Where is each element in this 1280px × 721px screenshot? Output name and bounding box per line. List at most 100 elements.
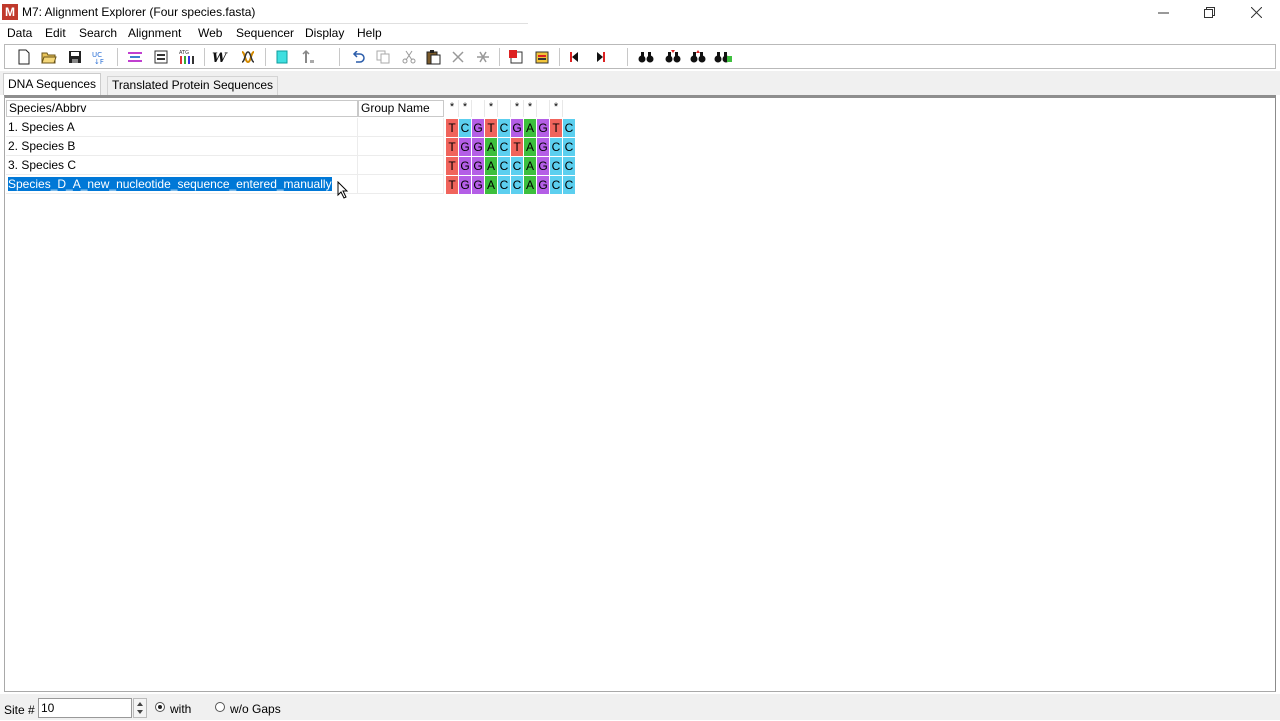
nucleotide-cell[interactable]: C [511,157,524,175]
nucleotide-cell[interactable]: G [459,157,472,175]
group-name-cell[interactable] [358,175,444,194]
nucleotide-cell[interactable]: A [524,157,537,175]
nucleotide-cell[interactable]: G [537,119,550,137]
nucleotide-cell[interactable]: C [550,176,563,194]
species-name-text: Species_D_A_new_nucleotide_sequence_ente… [8,177,332,191]
menu-search[interactable]: Search [79,26,117,40]
restore-icon [1203,6,1215,18]
menu-web[interactable]: Web [198,26,222,40]
minimize-icon [1157,12,1169,13]
find-button[interactable] [637,48,655,66]
web-button[interactable]: W [212,48,230,66]
header-species-abbrv[interactable]: Species/Abbrv [6,100,358,117]
nucleotide-cell[interactable]: G [472,119,485,137]
next-button[interactable] [591,48,609,66]
nucleotide-cell[interactable]: G [537,138,550,156]
nucleotide-cell[interactable]: C [563,138,576,156]
nucleotide-cell[interactable]: C [498,138,511,156]
nucleotide-cell[interactable]: A [524,119,537,137]
without-gaps-radio[interactable] [215,702,225,712]
nucleotide-cell[interactable]: G [459,176,472,194]
site-number-spinner[interactable] [133,698,147,718]
sequence-data-button[interactable]: ATG [178,48,196,66]
tab-dna-sequences[interactable]: DNA Sequences [3,73,102,95]
find-previous-button[interactable] [689,48,707,66]
previous-button[interactable] [566,48,584,66]
nucleotide-cell[interactable]: G [537,176,550,194]
open-button[interactable] [40,48,58,66]
align-clustal-button[interactable] [126,48,144,66]
close-button[interactable] [1233,0,1279,24]
nucleotide-cell[interactable]: C [563,176,576,194]
nucleotide-cell[interactable]: G [472,138,485,156]
nucleotide-cell[interactable]: A [524,176,537,194]
tab-translated-protein-sequences[interactable]: Translated Protein Sequences [107,76,278,95]
cut-button[interactable] [400,48,418,66]
nucleotide-cell[interactable]: C [511,176,524,194]
nucleotide-cell[interactable]: C [498,157,511,175]
nucleotide-cell[interactable]: C [498,176,511,194]
paste-button[interactable] [424,48,442,66]
nucleotide-cell[interactable]: T [446,157,459,175]
delete-button[interactable] [449,48,467,66]
sort-icon [302,49,314,63]
nucleotide-cell[interactable]: T [446,119,459,137]
sequencer-icon [241,51,255,64]
group-name-cell[interactable] [358,137,444,156]
restore-button[interactable] [1186,0,1232,24]
nucleotide-cell[interactable]: A [485,176,498,194]
nucleotide-cell[interactable]: T [446,138,459,156]
with-gaps-radio[interactable] [155,702,165,712]
header-group-name[interactable]: Group Name [358,100,444,117]
find-next-button[interactable] [664,48,682,66]
nucleotide-cell[interactable]: C [459,119,472,137]
menu-data[interactable]: Data [7,26,32,40]
species-name-cell[interactable]: 3. Species C [6,156,358,175]
nucleotide-cell[interactable]: C [498,119,511,137]
align-muscle-button[interactable] [152,48,170,66]
group-name-cell[interactable] [358,156,444,175]
nucleotide-cell[interactable]: C [550,138,563,156]
nucleotide-cell[interactable]: T [511,138,524,156]
nucleotide-cell[interactable]: T [446,176,459,194]
delete-gap-button[interactable] [474,48,492,66]
highlight-button[interactable] [273,48,291,66]
sort-button[interactable] [299,48,317,66]
add-sequence-button[interactable] [507,48,525,66]
nucleotide-cell[interactable]: C [563,157,576,175]
find-motif-button[interactable] [714,48,732,66]
undo-button[interactable] [349,48,367,66]
nucleotide-cell[interactable]: G [472,157,485,175]
copy-button[interactable] [374,48,392,66]
menu-help[interactable]: Help [357,26,382,40]
nucleotide-cell[interactable]: A [485,157,498,175]
new-file-button[interactable] [15,48,33,66]
menu-alignment[interactable]: Alignment [128,26,181,40]
import-sequence-button[interactable] [533,48,551,66]
nucleotide-cell[interactable]: G [511,119,524,137]
nucleotide-cell[interactable]: C [563,119,576,137]
minimize-button[interactable] [1140,0,1186,24]
species-name-cell[interactable]: 1. Species A [6,118,358,137]
nucleotide-cell[interactable]: C [550,157,563,175]
edit-sequence-button[interactable]: UC ↓F [91,48,109,66]
nucleotide-cell[interactable]: A [524,138,537,156]
nucleotide-cell[interactable]: A [485,138,498,156]
group-name-cell[interactable] [358,118,444,137]
nucleotide-cell[interactable]: G [459,138,472,156]
species-name-cell[interactable]: Species_D_A_new_nucleotide_sequence_ente… [6,175,358,194]
find-previous-icon [690,50,706,63]
sequencer-button[interactable] [239,48,257,66]
delete-icon [452,51,464,63]
menu-sequencer[interactable]: Sequencer [236,26,294,40]
nucleotide-cell[interactable]: T [550,119,563,137]
nucleotide-cell[interactable]: T [485,119,498,137]
species-name-cell[interactable]: 2. Species B [6,137,358,156]
nucleotide-cell[interactable]: G [537,157,550,175]
site-number-input[interactable]: 10 [38,698,132,718]
menu-display[interactable]: Display [305,26,344,40]
menu-edit[interactable]: Edit [45,26,66,40]
nucleotide-cell[interactable]: G [472,176,485,194]
alignment-grid[interactable]: Species/Abbrv Group Name * * * * * * 1. Speci… [4,95,1276,692]
save-button[interactable] [66,48,84,66]
